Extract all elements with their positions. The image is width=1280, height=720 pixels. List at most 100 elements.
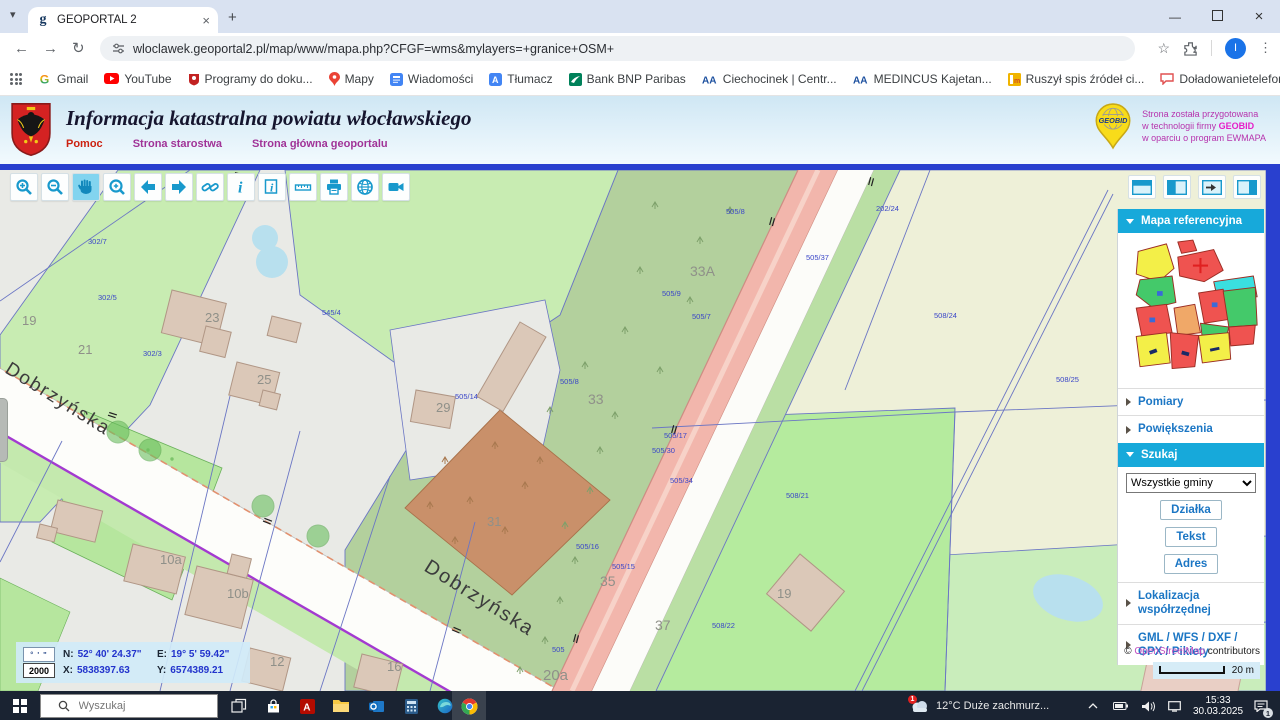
lot-number-label: 505 — [552, 645, 565, 654]
layout-top-button[interactable] — [1128, 175, 1156, 199]
panel-lokalizacja[interactable]: Lokalizacja współrzędnej — [1118, 581, 1264, 624]
bnp-icon — [568, 72, 582, 86]
extensions-icon[interactable] — [1183, 41, 1198, 56]
chrome-taskbar-icon[interactable] — [452, 691, 486, 720]
bookmark-star-icon[interactable]: ☆ — [1157, 40, 1170, 57]
geobid-link[interactable]: GEOBID — [1219, 121, 1255, 131]
map-attribution-area: © OpenStreetMap contributors 20 m — [1124, 646, 1260, 679]
reference-minimap[interactable] — [1118, 233, 1264, 388]
lot-number-label: 505/14 — [455, 392, 478, 401]
svg-text:i: i — [238, 180, 243, 197]
link-pomoc[interactable]: Pomoc — [66, 138, 103, 150]
dzialka-button[interactable]: Działka — [1160, 499, 1222, 520]
volume-icon[interactable] — [1136, 691, 1160, 720]
weather-icon[interactable]: 1 — [906, 691, 934, 720]
chevron-right-icon — [1126, 425, 1131, 434]
identify-tool[interactable]: i — [258, 173, 286, 201]
next-view-tool[interactable] — [165, 173, 193, 201]
link-tool[interactable] — [196, 173, 224, 201]
window-minimize-button[interactable]: — — [1154, 10, 1196, 24]
coordinates-box: ° ' " N: 52° 40' 24.37" E: 19° 5' 59.42" 2… — [16, 642, 250, 683]
bookmark-bnp[interactable]: Bank BNP Paribas — [568, 72, 686, 86]
cadastral-map-canvas[interactable]: DobrzyńskaDobrzyńska1921232529313333A353… — [0, 170, 1266, 691]
panel-szukaj[interactable]: Szukaj — [1118, 442, 1264, 467]
measure-tool[interactable] — [289, 173, 317, 201]
link-strona-starostwa[interactable]: Strona starostwa — [133, 138, 222, 150]
panel-mapa-referencyjna[interactable]: Mapa referencyjna — [1118, 209, 1264, 233]
bookmark-mapy[interactable]: Mapy — [328, 72, 374, 86]
panel-drag-handle[interactable] — [0, 398, 8, 462]
gmina-select[interactable]: Wszystkie gminy — [1126, 472, 1256, 493]
url-text[interactable]: wloclawek.geoportal2.pl/map/www/mapa.php… — [133, 42, 614, 56]
chevron-down-icon — [1126, 218, 1134, 224]
microsoft-store-icon[interactable] — [258, 691, 288, 720]
tekst-button[interactable]: Tekst — [1165, 526, 1217, 547]
bookmark-ciechocinek[interactable]: AA Ciechocinek | Centr... — [702, 72, 837, 86]
battery-icon[interactable] — [1108, 691, 1132, 720]
link-strona-glowna[interactable]: Strona główna geoportalu — [252, 138, 388, 150]
bookmark-wiadomosci[interactable]: Wiadomości — [389, 72, 473, 86]
window-close-button[interactable]: × — [1238, 8, 1280, 25]
tab-close-icon[interactable]: × — [202, 13, 210, 28]
lot-number-label: 508/24 — [934, 311, 957, 320]
url-bar[interactable]: wloclawek.geoportal2.pl/map/www/mapa.php… — [100, 36, 1135, 61]
browser-menu-icon[interactable]: ⋮ — [1259, 40, 1272, 56]
camera-tool[interactable] — [382, 173, 410, 201]
previous-view-tool[interactable] — [134, 173, 162, 201]
panel-powiekszenia[interactable]: Powiększenia — [1118, 415, 1264, 442]
profile-avatar[interactable]: I — [1225, 37, 1246, 59]
bookmark-tlumacz[interactable]: A Tłumacz — [489, 72, 553, 86]
bookmark-ruszyl[interactable]: m Ruszył spis źródeł ci... — [1007, 72, 1144, 86]
taskbar-search-input[interactable] — [76, 699, 201, 713]
scale-label: 20 m — [1231, 664, 1254, 676]
zoom-out-tool[interactable] — [41, 173, 69, 201]
svg-text:AA: AA — [853, 75, 867, 85]
adobe-reader-icon[interactable]: A — [292, 691, 322, 720]
apps-grid-icon[interactable] — [10, 73, 22, 85]
zoom-in-tool[interactable] — [10, 173, 38, 201]
bookmark-gmail[interactable]: G Gmail — [38, 72, 89, 86]
map-viewport[interactable]: Dobrzyńska Dobrzyńska 19 21 23 25 29 31 33 33A 35 3… — [0, 170, 1266, 691]
tray-chevron-icon[interactable] — [1082, 691, 1104, 720]
reload-icon[interactable]: ↻ — [72, 39, 85, 57]
back-icon[interactable]: ← — [14, 40, 29, 57]
szukaj-panel-body: Wszystkie gminy Działka Tekst Adres — [1118, 467, 1264, 582]
pan-hand-tool[interactable] — [72, 173, 100, 201]
parcel-number-label: 16 — [387, 659, 401, 674]
site-settings-icon[interactable] — [112, 42, 125, 55]
weather-text[interactable]: 12°C Duże zachmurz... — [936, 691, 1086, 720]
new-tab-button[interactable]: + — [228, 9, 237, 26]
geobid-logo[interactable]: GEOBID — [1092, 102, 1134, 150]
zoom-window-tool[interactable] — [103, 173, 131, 201]
calculator-icon[interactable] — [396, 691, 426, 720]
forward-icon[interactable]: → — [43, 40, 58, 57]
task-view-button[interactable] — [224, 691, 254, 720]
adres-button[interactable]: Adres — [1163, 553, 1219, 574]
bookmark-programy[interactable]: Programy do doku... — [188, 72, 313, 86]
bookmark-medincus[interactable]: AA MEDINCUS Kajetan... — [853, 72, 992, 86]
layout-right-button[interactable] — [1233, 175, 1261, 199]
file-explorer-icon[interactable] — [324, 691, 358, 720]
globe-tool[interactable] — [351, 173, 379, 201]
openstreetmap-link[interactable]: OpenStreetMap — [1134, 646, 1205, 657]
dms-toggle-button[interactable]: ° ' " — [23, 647, 55, 662]
start-button[interactable] — [0, 691, 40, 720]
crs-zone-button[interactable]: 2000 — [23, 663, 55, 678]
layout-left-button[interactable] — [1163, 175, 1191, 199]
layout-collapse-right-button[interactable] — [1198, 175, 1226, 199]
tab-search-chevron-icon[interactable]: ▾ — [10, 8, 16, 21]
panel-pomiary[interactable]: Pomiary — [1118, 388, 1264, 415]
action-center-icon[interactable]: 1 — [1248, 691, 1274, 720]
taskbar-clock[interactable]: 15:33 30.03.2025 — [1190, 691, 1246, 720]
bookmark-youtube[interactable]: YouTube — [104, 72, 172, 86]
outlook-icon[interactable] — [362, 691, 392, 720]
taskbar-search[interactable] — [40, 694, 218, 718]
bookmark-doladowanie[interactable]: Doładowanietelefonu — [1160, 72, 1280, 86]
map-content: Dobrzyńska Dobrzyńska 19 21 23 25 29 31 33 33A 35 3… — [0, 170, 1280, 691]
lot-number-label: 505/9 — [662, 289, 681, 298]
info-tool[interactable]: i — [227, 173, 255, 201]
display-cast-icon[interactable] — [1162, 691, 1186, 720]
window-maximize-button[interactable] — [1196, 9, 1238, 24]
browser-tab[interactable]: g GEOPORTAL 2 × — [28, 7, 218, 33]
print-tool[interactable] — [320, 173, 348, 201]
